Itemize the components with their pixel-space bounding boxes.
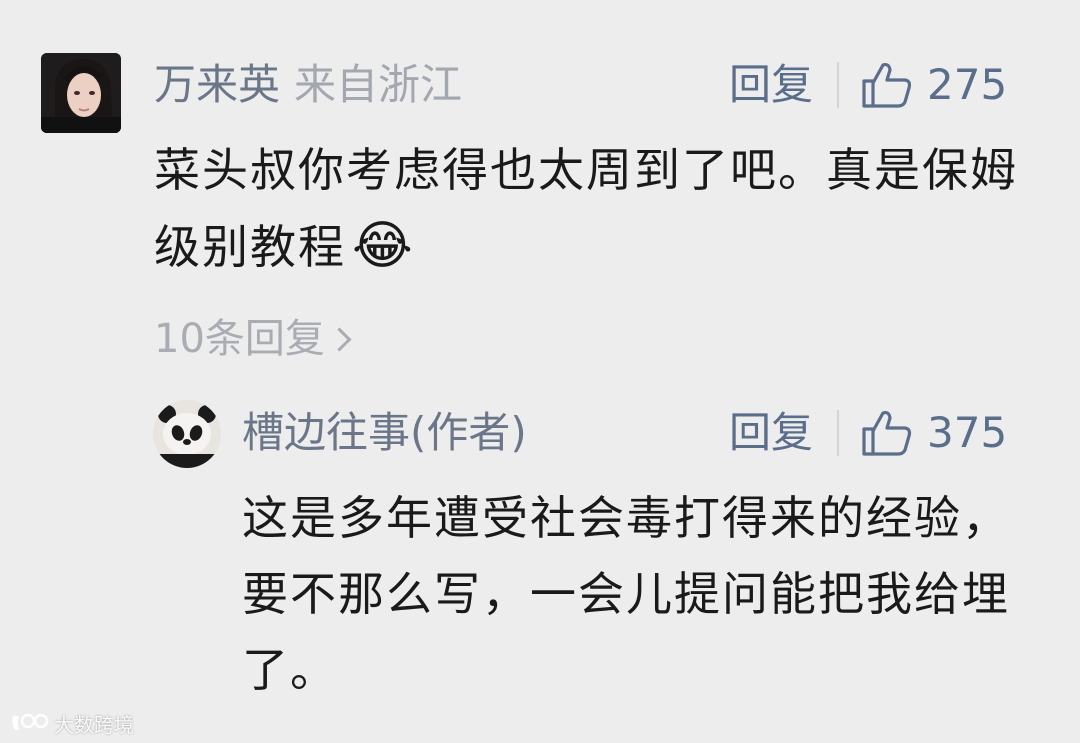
like-count: 275 <box>927 60 1008 109</box>
author-name[interactable]: 万来英 <box>154 60 280 109</box>
comment-text-content: 菜头叔你考虑得也太周到了吧。真是保姆级别教程 <box>154 143 1018 274</box>
avatar[interactable] <box>153 400 221 468</box>
reply-actions: 回复 375 <box>729 408 1007 458</box>
thumbs-up-icon <box>862 62 912 108</box>
watermark-text: 大数跨境 <box>54 712 134 737</box>
comment-text: 菜头叔你考虑得也太周到了吧。真是保姆级别教程 😂 <box>154 132 1054 285</box>
author-location: 来自浙江 <box>294 60 463 109</box>
chevron-right-icon <box>327 326 352 352</box>
watermark-logo-icon <box>12 713 49 730</box>
reply-button[interactable]: 回复 <box>729 408 813 458</box>
comment-actions: 回复 275 <box>729 60 1007 110</box>
action-divider <box>837 410 840 456</box>
watermark: 大数跨境 <box>10 708 134 738</box>
reply-item: 槽边往事(作者) 回复 375 这是多年遭受社会毒打得来的经验，要不那么写，一会… <box>0 380 1080 710</box>
reply-button[interactable]: 回复 <box>729 60 813 110</box>
action-divider <box>837 62 840 108</box>
comment-author-line: 万来英 来自浙江 <box>154 60 462 110</box>
reply-text-content: 这是多年遭受社会毒打得来的经验，要不那么写，一会儿提问能把我给埋了。 <box>242 491 1010 697</box>
panda-avatar-icon <box>153 400 221 468</box>
face-palm-emoji-icon: 😂 <box>352 216 415 276</box>
comment-item: 万来英 来自浙江 回复 275 菜头叔你考虑得也太周到了吧。真是保姆级别教程 😂 1… <box>0 0 1080 380</box>
like-button[interactable]: 275 <box>861 60 1007 110</box>
user-avatar-photo-icon <box>41 53 121 133</box>
more-replies-link[interactable]: 10条回复 <box>154 314 352 364</box>
like-count: 375 <box>927 408 1008 457</box>
like-button[interactable]: 375 <box>861 408 1007 458</box>
more-replies-label: 10条回复 <box>154 316 325 362</box>
thumbs-up-icon <box>862 410 912 456</box>
avatar[interactable] <box>41 53 121 133</box>
reply-text: 这是多年遭受社会毒打得来的经验，要不那么写，一会儿提问能把我给埋了。 <box>242 480 1032 708</box>
author-name[interactable]: 槽边往事(作者) <box>242 408 527 457</box>
reply-author-line: 槽边往事(作者) <box>242 408 527 458</box>
